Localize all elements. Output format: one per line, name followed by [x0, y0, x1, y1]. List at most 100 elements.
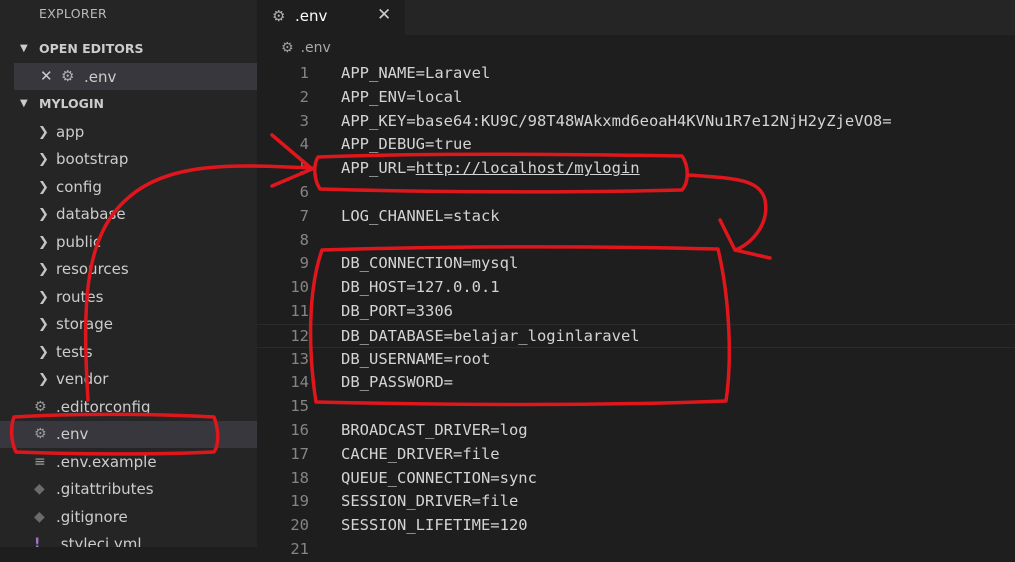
code-text: APP_NAME=Laravel	[341, 64, 491, 82]
chevron-down-icon: ▼	[20, 43, 28, 54]
line-number: 6	[299, 183, 309, 201]
code-line[interactable]: 6	[257, 181, 1015, 205]
code-text: QUEUE_CONNECTION=sync	[341, 468, 537, 487]
code-text: DB_CONNECTION=mysql	[341, 254, 519, 273]
gear-icon: ⚙	[61, 67, 75, 85]
code-line[interactable]: 4 APP_DEBUG=true	[257, 133, 1015, 157]
code-line[interactable]: 5 APP_URL=http://localhost/mylogin	[257, 157, 1015, 181]
url-link[interactable]: http://localhost/mylogin	[416, 159, 640, 177]
code-line[interactable]: 17 CACHE_DRIVER=file	[257, 443, 1015, 467]
code-editor[interactable]: 1 APP_NAME=Laravel 2 APP_ENV=local 3 APP…	[257, 62, 1015, 558]
chevron-right-icon: ❯	[38, 152, 49, 167]
code-text: APP_DEBUG=true	[341, 135, 472, 154]
code-text: DB_PASSWORD=	[341, 373, 453, 392]
open-editor-item-env[interactable]: ✕ ⚙ .env	[14, 63, 257, 90]
chevron-right-icon: ❯	[38, 180, 49, 195]
breadcrumb-label: .env	[300, 40, 331, 56]
code-line[interactable]: 19 SESSION_DRIVER=file	[257, 490, 1015, 514]
line-number: 10	[290, 278, 309, 297]
code-line[interactable]: 15	[257, 395, 1015, 419]
folder-storage[interactable]: ❯ storage	[0, 311, 257, 338]
line-number: 14	[290, 373, 309, 392]
code-text: DB_USERNAME=root	[341, 349, 491, 368]
file-editorconfig[interactable]: ⚙ .editorconfig	[0, 394, 257, 421]
code-line[interactable]: 9 DB_CONNECTION=mysql	[257, 252, 1015, 276]
line-number: 12	[290, 326, 309, 345]
chevron-right-icon: ❯	[38, 262, 49, 277]
folder-bootstrap[interactable]: ❯ bootstrap	[0, 146, 257, 173]
line-number: 13	[290, 349, 309, 368]
close-icon[interactable]: ✕	[40, 67, 53, 85]
code-line-current[interactable]: 12 DB_DATABASE=belajar_loginlaravel	[257, 323, 1015, 348]
line-number: 7	[299, 206, 309, 225]
folder-tests[interactable]: ❯ tests	[0, 339, 257, 366]
code-line[interactable]: 10 DB_HOST=127.0.0.1	[257, 276, 1015, 300]
gear-icon: ⚙	[281, 40, 294, 56]
code-line[interactable]: 1 APP_NAME=Laravel	[257, 62, 1015, 86]
code-text: LOG_CHANNEL=stack	[341, 206, 500, 225]
file-env[interactable]: ⚙ .env	[0, 421, 257, 448]
code-text: SESSION_LIFETIME=120	[341, 516, 528, 535]
folder-resources[interactable]: ❯ resources	[0, 256, 257, 283]
breadcrumb[interactable]: ⚙ .env	[281, 40, 331, 60]
close-icon[interactable]: ✕	[377, 5, 391, 25]
code-line[interactable]: 13 DB_USERNAME=root	[257, 348, 1015, 372]
line-number: 19	[290, 492, 309, 511]
yaml-icon: !	[34, 536, 41, 547]
folder-app[interactable]: ❯ app	[0, 119, 257, 146]
folder-label: config	[56, 178, 102, 196]
file-env-example[interactable]: ≡ .env.example	[0, 449, 257, 476]
file-label: .gitignore	[56, 508, 128, 526]
code-text: DB_PORT=3306	[341, 302, 453, 320]
code-key: APP_URL=	[341, 159, 416, 178]
file-gitattributes[interactable]: ◆ .gitattributes	[0, 476, 257, 503]
code-text: APP_URL=http://localhost/mylogin	[341, 157, 640, 181]
line-number: 20	[290, 516, 309, 535]
code-line[interactable]: 20 SESSION_LIFETIME=120	[257, 514, 1015, 538]
folder-label: app	[56, 123, 85, 141]
folder-database[interactable]: ❯ database	[0, 201, 257, 228]
file-styleci[interactable]: ! .styleci.yml	[0, 531, 257, 547]
line-number: 1	[299, 64, 309, 82]
file-label: .env.example	[56, 453, 157, 471]
git-diamond-icon: ◆	[34, 509, 45, 525]
code-line[interactable]: 21	[257, 538, 1015, 562]
code-line[interactable]: 14 DB_PASSWORD=	[257, 371, 1015, 395]
code-text: APP_ENV=local	[341, 87, 463, 106]
line-number: 9	[299, 254, 309, 273]
explorer-sidebar: EXPLORER ▼ OPEN EDITORS ✕ ⚙ .env ▼ MYLOG…	[0, 0, 257, 547]
folder-routes[interactable]: ❯ routes	[0, 284, 257, 311]
folder-vendor[interactable]: ❯ vendor	[0, 366, 257, 393]
folder-config[interactable]: ❯ config	[0, 174, 257, 201]
chevron-right-icon: ❯	[38, 235, 49, 250]
folder-public[interactable]: ❯ public	[0, 229, 257, 256]
chevron-right-icon: ❯	[38, 372, 49, 387]
code-line[interactable]: 2 APP_ENV=local	[257, 86, 1015, 110]
line-number: 8	[299, 230, 309, 249]
code-line[interactable]: 11 DB_PORT=3306	[257, 300, 1015, 324]
project-header[interactable]: ▼ MYLOGIN	[0, 93, 257, 115]
gear-icon: ⚙	[272, 7, 286, 25]
code-line[interactable]: 3 APP_KEY=base64:KU9C/98T48WAkxmd6eoaH4K…	[257, 110, 1015, 134]
line-number: 3	[299, 111, 309, 130]
code-text: SESSION_DRIVER=file	[341, 492, 519, 511]
explorer-title: EXPLORER	[39, 6, 108, 21]
file-label: .gitattributes	[56, 480, 154, 498]
line-number: 21	[290, 540, 309, 558]
chevron-down-icon: ▼	[20, 98, 28, 109]
lines-icon: ≡	[34, 454, 46, 470]
code-line[interactable]: 16 BROADCAST_DRIVER=log	[257, 419, 1015, 443]
line-number: 11	[290, 302, 309, 320]
chevron-right-icon: ❯	[38, 125, 49, 140]
code-line[interactable]: 18 QUEUE_CONNECTION=sync	[257, 467, 1015, 491]
folder-label: routes	[56, 288, 104, 306]
open-editors-header[interactable]: ▼ OPEN EDITORS	[0, 38, 257, 60]
line-number: 15	[290, 397, 309, 416]
line-number: 5	[299, 159, 309, 178]
file-gitignore[interactable]: ◆ .gitignore	[0, 504, 257, 531]
file-label: .styleci.yml	[56, 535, 142, 547]
code-line[interactable]: 7 LOG_CHANNEL=stack	[257, 205, 1015, 229]
code-line[interactable]: 8	[257, 229, 1015, 253]
project-label: MYLOGIN	[39, 96, 105, 111]
tab-env[interactable]: ⚙ .env ✕	[257, 0, 405, 35]
